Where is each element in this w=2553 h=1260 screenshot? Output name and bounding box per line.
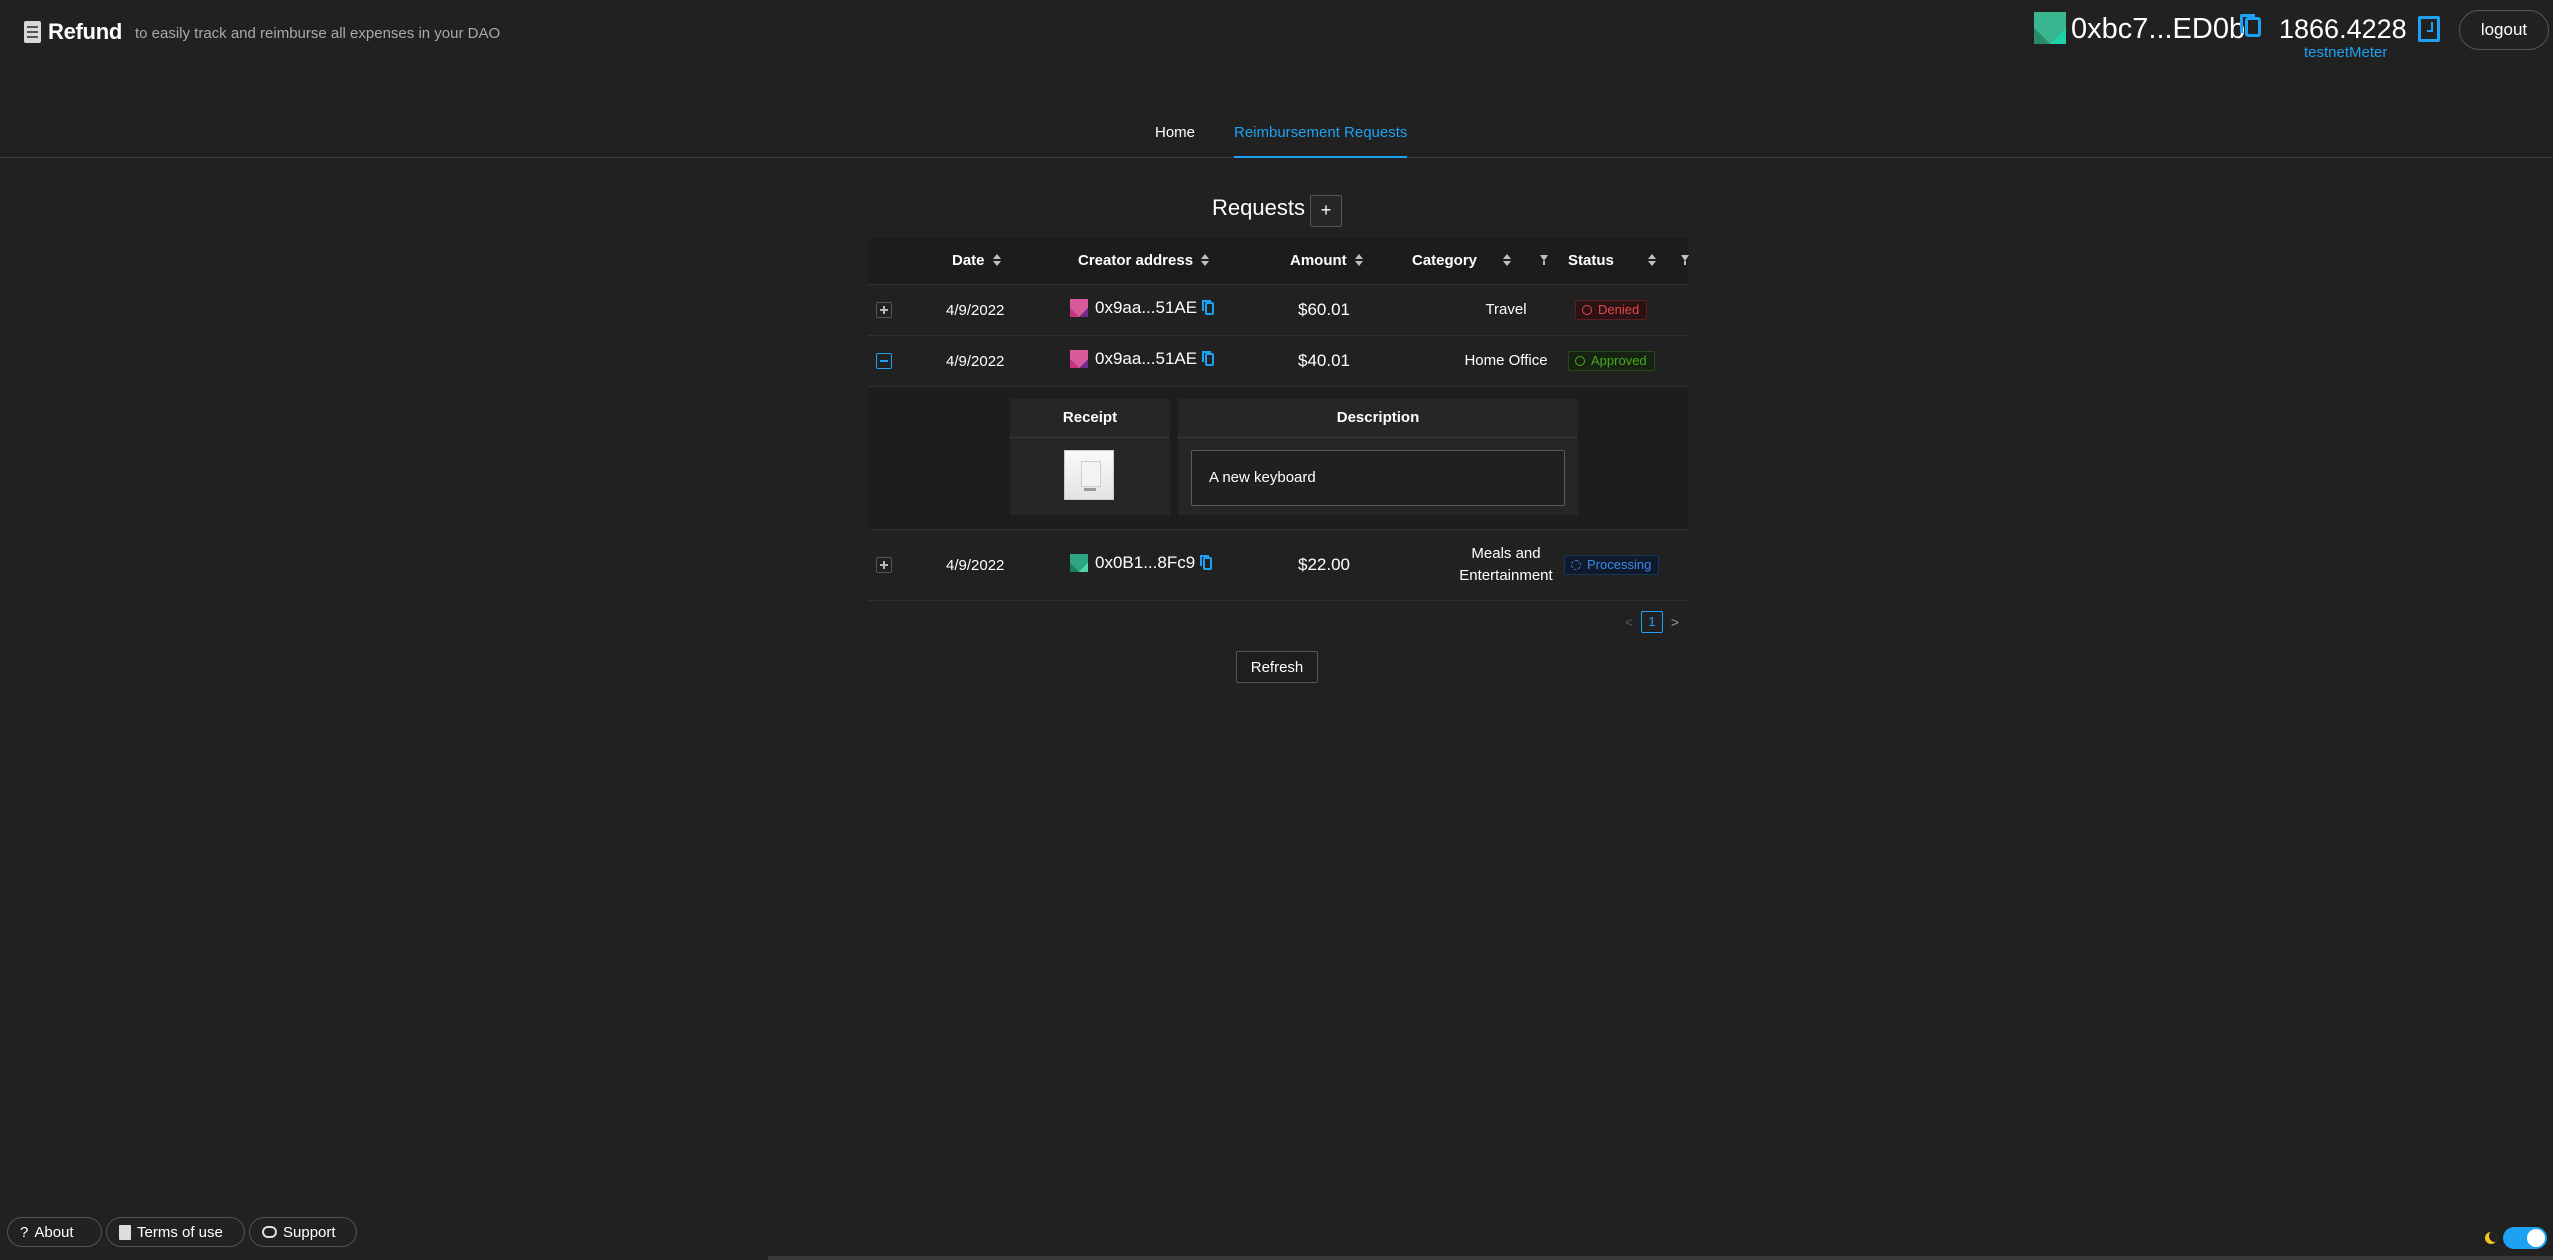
tab-reimbursement-requests[interactable]: Reimbursement Requests (1234, 124, 1408, 158)
theme-switch[interactable] (2503, 1227, 2547, 1249)
next-page-button[interactable]: > (1666, 614, 1684, 630)
sort-icon[interactable] (1503, 254, 1512, 266)
creator-address: 0x9aa...51AE (1095, 298, 1198, 317)
status-badge: Denied (1575, 300, 1648, 320)
column-category[interactable]: Category (1412, 252, 1512, 269)
row-category: Meals and Entertainment (1459, 545, 1553, 584)
row-date: 4/9/2022 (946, 302, 1005, 319)
expand-row-button[interactable] (876, 302, 892, 318)
table-row: 4/9/2022 0x9aa...51AE $40.01 Home Office… (868, 336, 1688, 387)
network-name: testnetMeter (2304, 44, 2388, 61)
column-creator-address[interactable]: Creator address (1078, 252, 1210, 269)
brand-tagline: to easily track and reimburse all expens… (134, 25, 501, 42)
row-amount: $22.00 (1298, 555, 1350, 574)
expand-row-button[interactable] (876, 557, 892, 573)
status-filter-icon[interactable] (1681, 255, 1689, 265)
wallet-icon[interactable] (2418, 16, 2440, 42)
chat-icon (262, 1226, 277, 1238)
creator-avatar (1070, 350, 1088, 368)
requests-table: Date Creator address Amount Category Sta… (868, 238, 1689, 601)
account-address: 0xbc7...ED0b (2071, 13, 2246, 45)
receipt-header: Receipt (1010, 399, 1170, 438)
account-balance: 1866.4228 (2279, 14, 2407, 44)
add-request-button[interactable]: + (1310, 195, 1342, 227)
row-amount: $40.01 (1298, 351, 1350, 370)
logout-button[interactable]: logout (2459, 10, 2549, 50)
support-button[interactable]: Support (249, 1217, 357, 1247)
collapse-row-button[interactable] (876, 353, 892, 369)
row-creator: 0x9aa...51AE (1070, 298, 1215, 318)
column-amount[interactable]: Amount (1290, 252, 1363, 269)
main-nav: Home Reimbursement Requests (0, 117, 2553, 158)
sort-icon[interactable] (992, 254, 1001, 266)
check-circle-icon (1575, 356, 1585, 366)
category-filter-icon[interactable] (1540, 255, 1548, 265)
refresh-button[interactable]: Refresh (1236, 651, 1318, 683)
table-row: 4/9/2022 0x9aa...51AE $60.01 Travel Deni… (868, 285, 1688, 336)
row-amount: $60.01 (1298, 300, 1350, 319)
expanded-row-detail: Receipt Description A new keyboard (868, 387, 1688, 530)
document-icon (119, 1224, 131, 1240)
row-date: 4/9/2022 (946, 557, 1005, 574)
terms-of-use-button[interactable]: Terms of use (106, 1217, 245, 1247)
sort-icon[interactable] (1201, 254, 1210, 266)
creator-avatar (1070, 554, 1088, 572)
creator-address: 0x9aa...51AE (1095, 349, 1198, 368)
row-creator: 0x9aa...51AE (1070, 349, 1215, 369)
table-row: 4/9/2022 0x0B1...8Fc9 $22.00 Meals and E… (868, 530, 1688, 601)
sync-icon (1571, 560, 1581, 570)
copy-icon[interactable] (1202, 350, 1215, 366)
status-badge: Approved (1568, 351, 1655, 371)
requests-title: Requests (1212, 195, 1305, 220)
sort-icon[interactable] (1647, 254, 1656, 266)
creator-address: 0x0B1...8Fc9 (1095, 553, 1196, 572)
brand-name: Refund (48, 19, 122, 44)
page-1-button[interactable]: 1 (1641, 611, 1663, 633)
row-creator: 0x0B1...8Fc9 (1070, 553, 1213, 573)
sort-icon[interactable] (1354, 254, 1363, 266)
receipt-logo-icon (24, 21, 41, 43)
moon-icon (2485, 1232, 2497, 1244)
about-button[interactable]: ? About (7, 1217, 102, 1247)
theme-toggle[interactable] (2485, 1227, 2547, 1249)
copy-icon[interactable] (1200, 554, 1213, 570)
account-avatar (2034, 12, 2066, 44)
description-field: A new keyboard (1191, 450, 1565, 506)
question-icon: ? (20, 1223, 29, 1241)
status-badge: Processing (1564, 555, 1660, 575)
column-date[interactable]: Date (952, 252, 1001, 269)
brand[interactable]: Refund to easily track and reimburse all… (24, 19, 500, 45)
prev-page-button[interactable]: < (1620, 614, 1638, 630)
pagination: < 1 > (1620, 611, 1684, 633)
column-status[interactable]: Status (1568, 252, 1656, 269)
bottom-divider (768, 1256, 2553, 1260)
row-date: 4/9/2022 (946, 353, 1005, 370)
creator-avatar (1070, 299, 1088, 317)
receipt-thumbnail[interactable] (1064, 450, 1114, 500)
tab-home[interactable]: Home (1155, 124, 1195, 156)
app-header: Refund to easily track and reimburse all… (0, 0, 2553, 66)
copy-address-icon[interactable] (2240, 14, 2261, 37)
description-header: Description (1178, 399, 1578, 438)
copy-icon[interactable] (1202, 299, 1215, 315)
close-circle-icon (1582, 305, 1592, 315)
table-header: Date Creator address Amount Category Sta… (868, 238, 1689, 285)
